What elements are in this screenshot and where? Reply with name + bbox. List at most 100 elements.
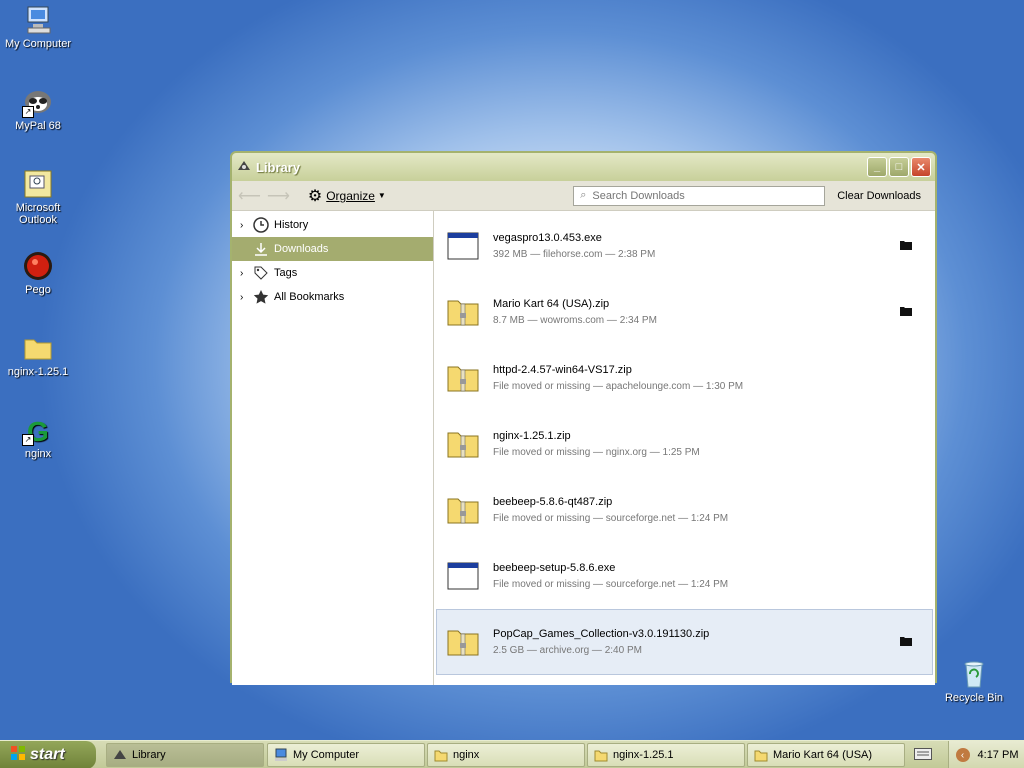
taskbar-item-nginx[interactable]: nginx	[427, 743, 585, 767]
download-item[interactable]: httpd-2.4.57-win64-VS17.zip File moved o…	[436, 345, 933, 411]
organize-button[interactable]: ⚙ Organize ▼	[308, 186, 386, 206]
computer-icon	[22, 4, 54, 36]
zip-file-icon	[447, 363, 479, 393]
sidebar-item-all-bookmarks[interactable]: › All Bookmarks	[232, 285, 433, 309]
download-item[interactable]: PopCap_Games_Collection-v3.0.191130.zip …	[436, 609, 933, 675]
download-status: File moved or missing — apachelounge.com…	[493, 381, 744, 392]
title-bar[interactable]: Library _ □ ✕	[232, 153, 935, 181]
download-item[interactable]: beebeep-setup-5.8.6.exe File moved or mi…	[436, 543, 933, 609]
download-status: File moved or missing — sourceforge.net …	[493, 513, 729, 524]
desktop-icon-pego[interactable]: Pego	[0, 250, 76, 296]
sidebar-item-label: All Bookmarks	[274, 291, 345, 303]
organize-label: Organize	[326, 188, 375, 203]
open-folder-icon[interactable]	[900, 636, 912, 646]
taskbar-item-library[interactable]: Library	[106, 743, 264, 767]
downloads-list: vegaspro13.0.453.exe 392 MB — filehorse.…	[434, 211, 935, 685]
sidebar-item-downloads[interactable]: Downloads	[232, 237, 433, 261]
sidebar-item-tags[interactable]: › Tags	[232, 261, 433, 285]
search-icon: ⌕	[580, 189, 587, 201]
sidebar-item-history[interactable]: › History	[232, 213, 433, 237]
desktop-icon-label: MyPal 68	[15, 120, 61, 132]
zip-file-icon	[447, 627, 479, 657]
download-status: 2.5 GB — archive.org — 2:40 PM	[493, 645, 642, 656]
desktop-icon-recycle-bin[interactable]: Recycle Bin	[936, 658, 1012, 704]
keyboard-icon[interactable]	[914, 748, 932, 763]
download-name: vegaspro13.0.453.exe	[493, 232, 602, 244]
exe-file-icon	[447, 231, 479, 261]
folder-icon	[22, 332, 54, 364]
folder-icon	[754, 748, 768, 762]
download-name: beebeep-5.8.6-qt487.zip	[493, 496, 613, 508]
desktop-icon-nginx[interactable]: G ↗ nginx	[0, 414, 76, 460]
desktop-icon-label: nginx-1.25.1	[7, 366, 69, 378]
taskbar-item-label: Mario Kart 64 (USA)	[773, 749, 873, 761]
recycle-bin-icon	[958, 658, 990, 690]
taskbar-item-mario-kart[interactable]: Mario Kart 64 (USA)	[747, 743, 905, 767]
taskbar-item-label: Library	[132, 749, 166, 761]
toolbar: ⟵ ⟶ ⚙ Organize ▼ ⌕ Clear Downloads	[232, 181, 935, 211]
show-hidden-icons-button[interactable]: ‹	[955, 748, 970, 762]
download-name: httpd-2.4.57-win64-VS17.zip	[493, 364, 632, 376]
open-folder-icon[interactable]	[900, 306, 912, 316]
download-icon	[252, 240, 270, 258]
taskbar-item-label: nginx	[453, 749, 480, 761]
download-status: File moved or missing — nginx.org — 1:25…	[493, 447, 700, 458]
star-icon	[252, 288, 270, 306]
download-item[interactable]: beebeep-5.8.6-qt487.zip File moved or mi…	[436, 477, 933, 543]
dropdown-arrow-icon: ▼	[377, 191, 386, 200]
sidebar: › History Downloads › Tags › All Bookmar…	[232, 211, 434, 685]
maximize-button[interactable]: □	[889, 157, 909, 177]
system-tray: ‹ 4:17 PM	[948, 741, 1024, 768]
folder-icon	[434, 748, 448, 762]
download-item[interactable]: nginx-1.25.1.zip File moved or missing —…	[436, 411, 933, 477]
search-field[interactable]: ⌕	[573, 185, 826, 206]
taskbar-item-nginx-folder[interactable]: nginx-1.25.1	[587, 743, 745, 767]
taskbar-item-label: My Computer	[293, 749, 360, 761]
desktop-icon-nginx-folder[interactable]: nginx-1.25.1	[0, 332, 76, 378]
expand-arrow-icon[interactable]: ›	[240, 292, 252, 303]
library-app-icon	[113, 748, 127, 762]
desktop-icon-label: Pego	[25, 284, 51, 296]
taskbar-item-my-computer[interactable]: My Computer	[267, 743, 425, 767]
download-item[interactable]: Mario Kart 64 (USA).zip 8.7 MB — wowroms…	[436, 279, 933, 345]
clock: 4:17 PM	[977, 749, 1019, 761]
close-button[interactable]: ✕	[911, 157, 931, 177]
taskbar-item-label: nginx-1.25.1	[613, 749, 674, 761]
window-title: Library	[256, 159, 301, 175]
desktop-icon-label: Microsoft Outlook	[15, 202, 61, 226]
sidebar-item-label: Downloads	[274, 243, 329, 255]
download-item[interactable]: vegaspro13.0.453.exe 392 MB — filehorse.…	[436, 213, 933, 279]
shortcut-arrow-icon: ↗	[22, 106, 34, 118]
start-button[interactable]: start	[0, 741, 96, 768]
shortcut-arrow-icon: ↗	[22, 434, 34, 446]
desktop-icon-label: nginx	[24, 448, 52, 460]
windows-logo-icon	[10, 745, 26, 766]
search-input[interactable]	[590, 188, 815, 203]
forward-button[interactable]: ⟶	[267, 186, 290, 206]
close-icon: ✕	[916, 161, 926, 174]
download-status: File moved or missing — sourceforge.net …	[493, 579, 729, 590]
open-folder-icon[interactable]	[900, 240, 912, 250]
clock-icon	[252, 216, 270, 234]
download-status: 392 MB — filehorse.com — 2:38 PM	[493, 249, 656, 260]
expand-arrow-icon[interactable]: ›	[240, 268, 252, 279]
gear-icon: ⚙	[307, 187, 323, 205]
back-button[interactable]: ⟵	[238, 186, 261, 206]
outlook-icon	[22, 168, 54, 200]
desktop-icon-mypal[interactable]: ↗ MyPal 68	[0, 86, 76, 132]
zip-file-icon	[447, 429, 479, 459]
minimize-button[interactable]: _	[867, 157, 887, 177]
download-name: beebeep-setup-5.8.6.exe	[493, 562, 616, 574]
library-window: Library _ □ ✕ ⟵ ⟶ ⚙ Organize ▼ ⌕ Clear D…	[230, 151, 937, 685]
nginx-icon: G ↗	[22, 414, 54, 447]
start-label: start	[30, 746, 65, 763]
expand-arrow-icon[interactable]: ›	[240, 220, 252, 231]
taskbar: start Library My Computer nginx nginx-1.…	[0, 740, 1024, 768]
download-name: nginx-1.25.1.zip	[493, 430, 571, 442]
desktop-icon-label: Recycle Bin	[944, 692, 1004, 704]
desktop-icon-my-computer[interactable]: My Computer	[0, 4, 76, 50]
computer-icon	[274, 748, 288, 762]
exe-file-icon	[447, 561, 479, 591]
desktop-icon-outlook[interactable]: Microsoft Outlook	[0, 168, 76, 226]
clear-downloads-button[interactable]: Clear Downloads	[833, 188, 925, 204]
